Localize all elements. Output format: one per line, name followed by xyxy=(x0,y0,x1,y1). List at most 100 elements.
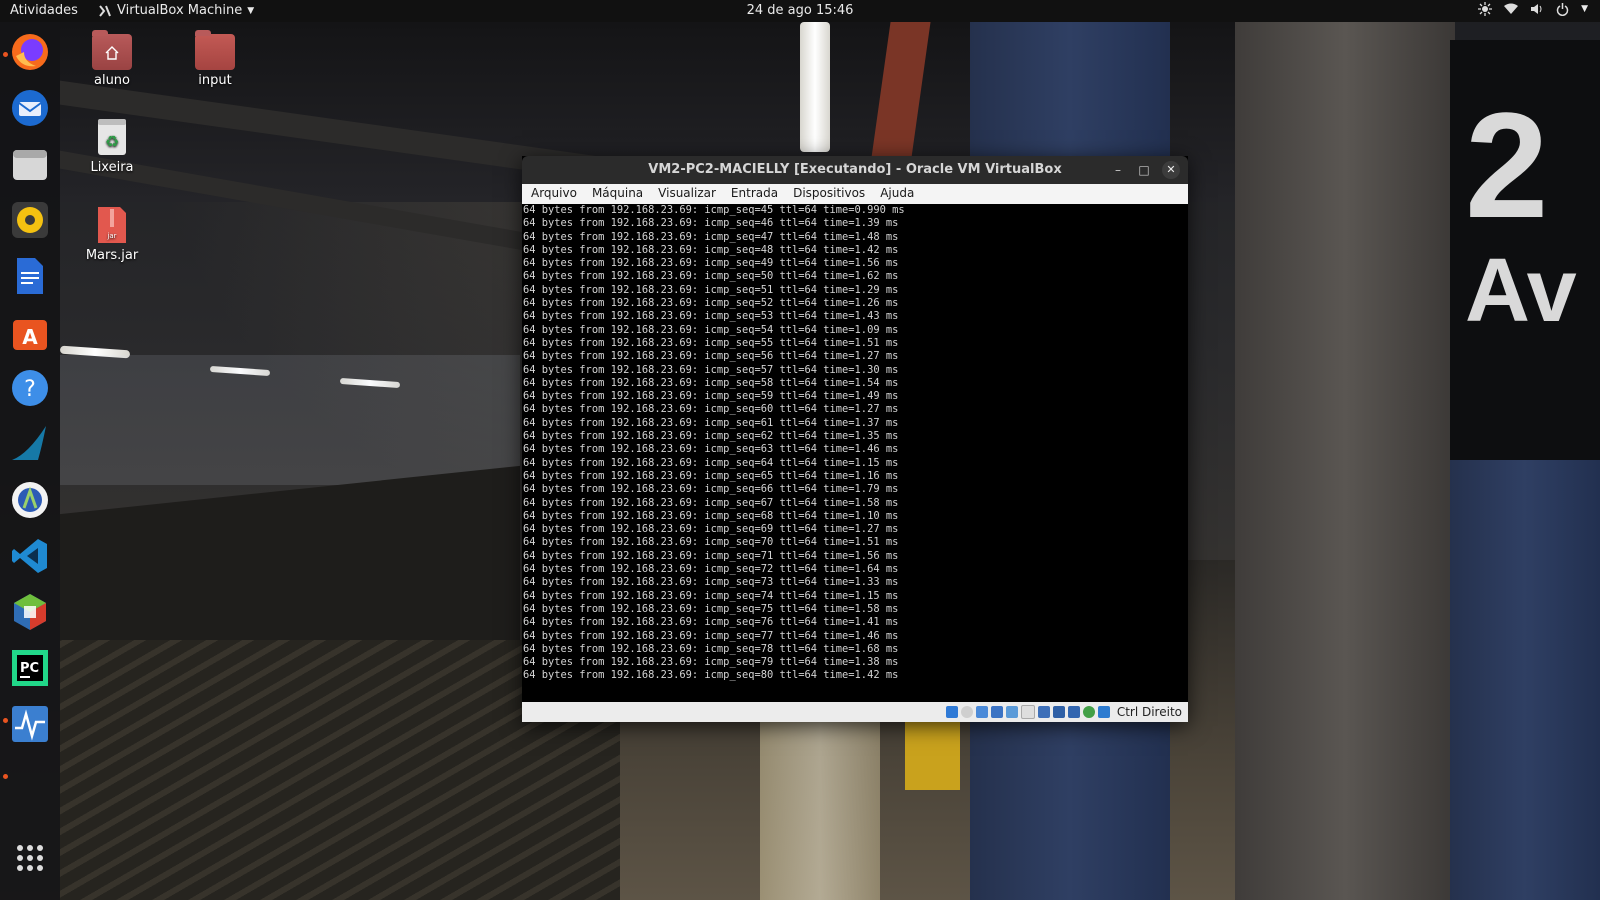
vscode-icon[interactable] xyxy=(10,536,50,576)
desktop-icon-mars-jar[interactable]: jar Mars.jar xyxy=(72,205,152,263)
jar-file-icon: jar xyxy=(92,205,132,245)
status-bar: Ctrl Direito xyxy=(522,702,1188,722)
android-studio-icon[interactable] xyxy=(10,480,50,520)
terminal-line: 64 bytes from 192.168.23.69: icmp_seq=47… xyxy=(523,230,899,243)
terminal-line: 64 bytes from 192.168.23.69: icmp_seq=80… xyxy=(523,669,899,682)
close-icon[interactable]: ✕ xyxy=(1162,161,1180,179)
minimize-icon[interactable]: – xyxy=(1110,162,1126,178)
terminal-line: 64 bytes from 192.168.23.69: icmp_seq=62… xyxy=(523,430,899,443)
wallpaper-platform-far xyxy=(60,355,520,485)
terminal-line: 64 bytes from 192.168.23.69: icmp_seq=56… xyxy=(523,350,899,363)
display-icon[interactable] xyxy=(1037,706,1050,718)
desktop-icon-label: Mars.jar xyxy=(85,248,139,263)
window-titlebar[interactable]: VM2-PC2-MACIELLY [Executando] - Oracle V… xyxy=(522,156,1188,184)
wallpaper-yellow-post xyxy=(905,722,960,790)
show-applications-icon[interactable] xyxy=(10,838,50,878)
terminal-line: 64 bytes from 192.168.23.69: icmp_seq=61… xyxy=(523,416,899,429)
running-indicator xyxy=(3,774,8,779)
terminal-line: 64 bytes from 192.168.23.69: icmp_seq=71… xyxy=(523,549,899,562)
terminal-line: 64 bytes from 192.168.23.69: icmp_seq=46… xyxy=(523,217,899,230)
terminal-line: 64 bytes from 192.168.23.69: icmp_seq=54… xyxy=(523,323,899,336)
svg-text:PC: PC xyxy=(20,661,39,676)
top-bar: Atividades VirtualBox Machine ▼ 24 de ag… xyxy=(0,0,1600,22)
desktop-icon-label: input xyxy=(198,73,232,88)
menu-arquivo[interactable]: Arquivo xyxy=(522,184,583,204)
terminal-line: 64 bytes from 192.168.23.69: icmp_seq=65… xyxy=(523,469,899,482)
wifi-icon xyxy=(1504,3,1519,14)
menu-bar: Arquivo Máquina Visualizar Entrada Dispo… xyxy=(522,184,1188,204)
virtualbox-icon[interactable] xyxy=(10,592,50,632)
running-indicator xyxy=(3,718,8,723)
terminal-line: 64 bytes from 192.168.23.69: icmp_seq=64… xyxy=(523,456,899,469)
menu-maquina[interactable]: Máquina xyxy=(583,184,649,204)
wallpaper-lamp xyxy=(800,22,830,152)
clock[interactable]: 24 de ago 15:46 xyxy=(747,3,854,18)
menu-ajuda[interactable]: Ajuda xyxy=(871,184,920,204)
menu-entrada[interactable]: Entrada xyxy=(722,184,784,204)
terminal-line: 64 bytes from 192.168.23.69: icmp_seq=78… xyxy=(523,642,899,655)
desktop-icon-input[interactable]: input xyxy=(175,30,255,88)
wallpaper-pillar-grey xyxy=(1235,22,1455,900)
activities-button[interactable]: Atividades xyxy=(10,3,78,18)
hard-disk-icon[interactable] xyxy=(945,706,958,718)
vm-terminal-screen[interactable]: 64 bytes from 192.168.23.69: icmp_seq=45… xyxy=(522,204,1188,702)
virtualization-icon[interactable] xyxy=(1082,706,1095,718)
terminal-line: 64 bytes from 192.168.23.69: icmp_seq=73… xyxy=(523,576,899,589)
audio-icon[interactable] xyxy=(975,706,988,718)
desktop-icon-lixeira[interactable]: ♻ Lixeira xyxy=(72,117,152,175)
writer-icon[interactable] xyxy=(10,256,50,296)
app-menu-label: VirtualBox Machine xyxy=(117,3,243,18)
desktop-icon-label: aluno xyxy=(93,73,130,88)
volume-icon xyxy=(1531,4,1542,14)
firefox-icon[interactable] xyxy=(10,32,50,72)
wallpaper-pillar xyxy=(1450,440,1600,900)
virtualbox-app-icon xyxy=(99,4,111,17)
thunderbird-icon[interactable] xyxy=(10,88,50,128)
terminal-line: 64 bytes from 192.168.23.69: icmp_seq=45… xyxy=(523,204,905,216)
cpu-icon[interactable] xyxy=(1067,706,1080,718)
wireshark-icon[interactable] xyxy=(10,424,50,464)
files-icon[interactable] xyxy=(10,144,50,184)
folder-icon xyxy=(195,30,235,70)
terminal-line: 64 bytes from 192.168.23.69: icmp_seq=68… xyxy=(523,509,899,522)
terminal-line: 64 bytes from 192.168.23.69: icmp_seq=53… xyxy=(523,310,899,323)
svg-text:?: ? xyxy=(24,377,36,402)
home-folder-icon xyxy=(92,30,132,70)
shared-folders-icon[interactable] xyxy=(1020,705,1035,719)
terminal-line: 64 bytes from 192.168.23.69: icmp_seq=49… xyxy=(523,257,899,270)
svg-text:jar: jar xyxy=(106,232,116,240)
optical-drive-icon[interactable] xyxy=(960,706,973,718)
network-adapter-icon[interactable] xyxy=(990,706,1003,718)
video-capture-icon[interactable] xyxy=(1052,706,1065,718)
dock: A ? PC xyxy=(0,22,60,900)
chevron-down-icon: ▼ xyxy=(1581,4,1588,14)
rhythmbox-icon[interactable] xyxy=(10,200,50,240)
pycharm-icon[interactable]: PC xyxy=(10,648,50,688)
window-controls: – □ ✕ xyxy=(1110,156,1180,184)
maximize-icon[interactable]: □ xyxy=(1136,162,1152,178)
system-tray[interactable]: ▼ xyxy=(1478,2,1588,16)
terminal-line: 64 bytes from 192.168.23.69: icmp_seq=59… xyxy=(523,390,899,403)
mouse-integration-icon[interactable] xyxy=(1097,706,1110,718)
usb-icon[interactable] xyxy=(1005,706,1018,718)
terminal-line: 64 bytes from 192.168.23.69: icmp_seq=72… xyxy=(523,563,899,576)
virtualbox-window[interactable]: VM2-PC2-MACIELLY [Executando] - Oracle V… xyxy=(522,156,1188,722)
menu-visualizar[interactable]: Visualizar xyxy=(649,184,722,204)
svg-text:A: A xyxy=(22,325,38,349)
terminal-line: 64 bytes from 192.168.23.69: icmp_seq=51… xyxy=(523,283,899,296)
terminal-line: 64 bytes from 192.168.23.69: icmp_seq=55… xyxy=(523,336,899,349)
power-icon xyxy=(1556,2,1569,16)
desktop-icon-aluno[interactable]: aluno xyxy=(72,30,152,88)
app-menu[interactable]: VirtualBox Machine ▼ xyxy=(98,3,254,18)
menu-dispositivos[interactable]: Dispositivos xyxy=(784,184,871,204)
wallpaper-sign-text: Av xyxy=(1465,241,1577,341)
wallpaper-sign-number: 2 xyxy=(1465,81,1549,249)
terminal-line: 64 bytes from 192.168.23.69: icmp_seq=67… xyxy=(523,496,899,509)
software-center-icon[interactable]: A xyxy=(10,312,50,352)
help-icon[interactable]: ? xyxy=(10,368,50,408)
terminal-line: 64 bytes from 192.168.23.69: icmp_seq=63… xyxy=(523,443,899,456)
terminal-line: 64 bytes from 192.168.23.69: icmp_seq=52… xyxy=(523,297,899,310)
system-monitor-icon[interactable] xyxy=(10,704,50,744)
window-title: VM2-PC2-MACIELLY [Executando] - Oracle V… xyxy=(648,162,1062,177)
terminal-line: 64 bytes from 192.168.23.69: icmp_seq=74… xyxy=(523,589,899,602)
